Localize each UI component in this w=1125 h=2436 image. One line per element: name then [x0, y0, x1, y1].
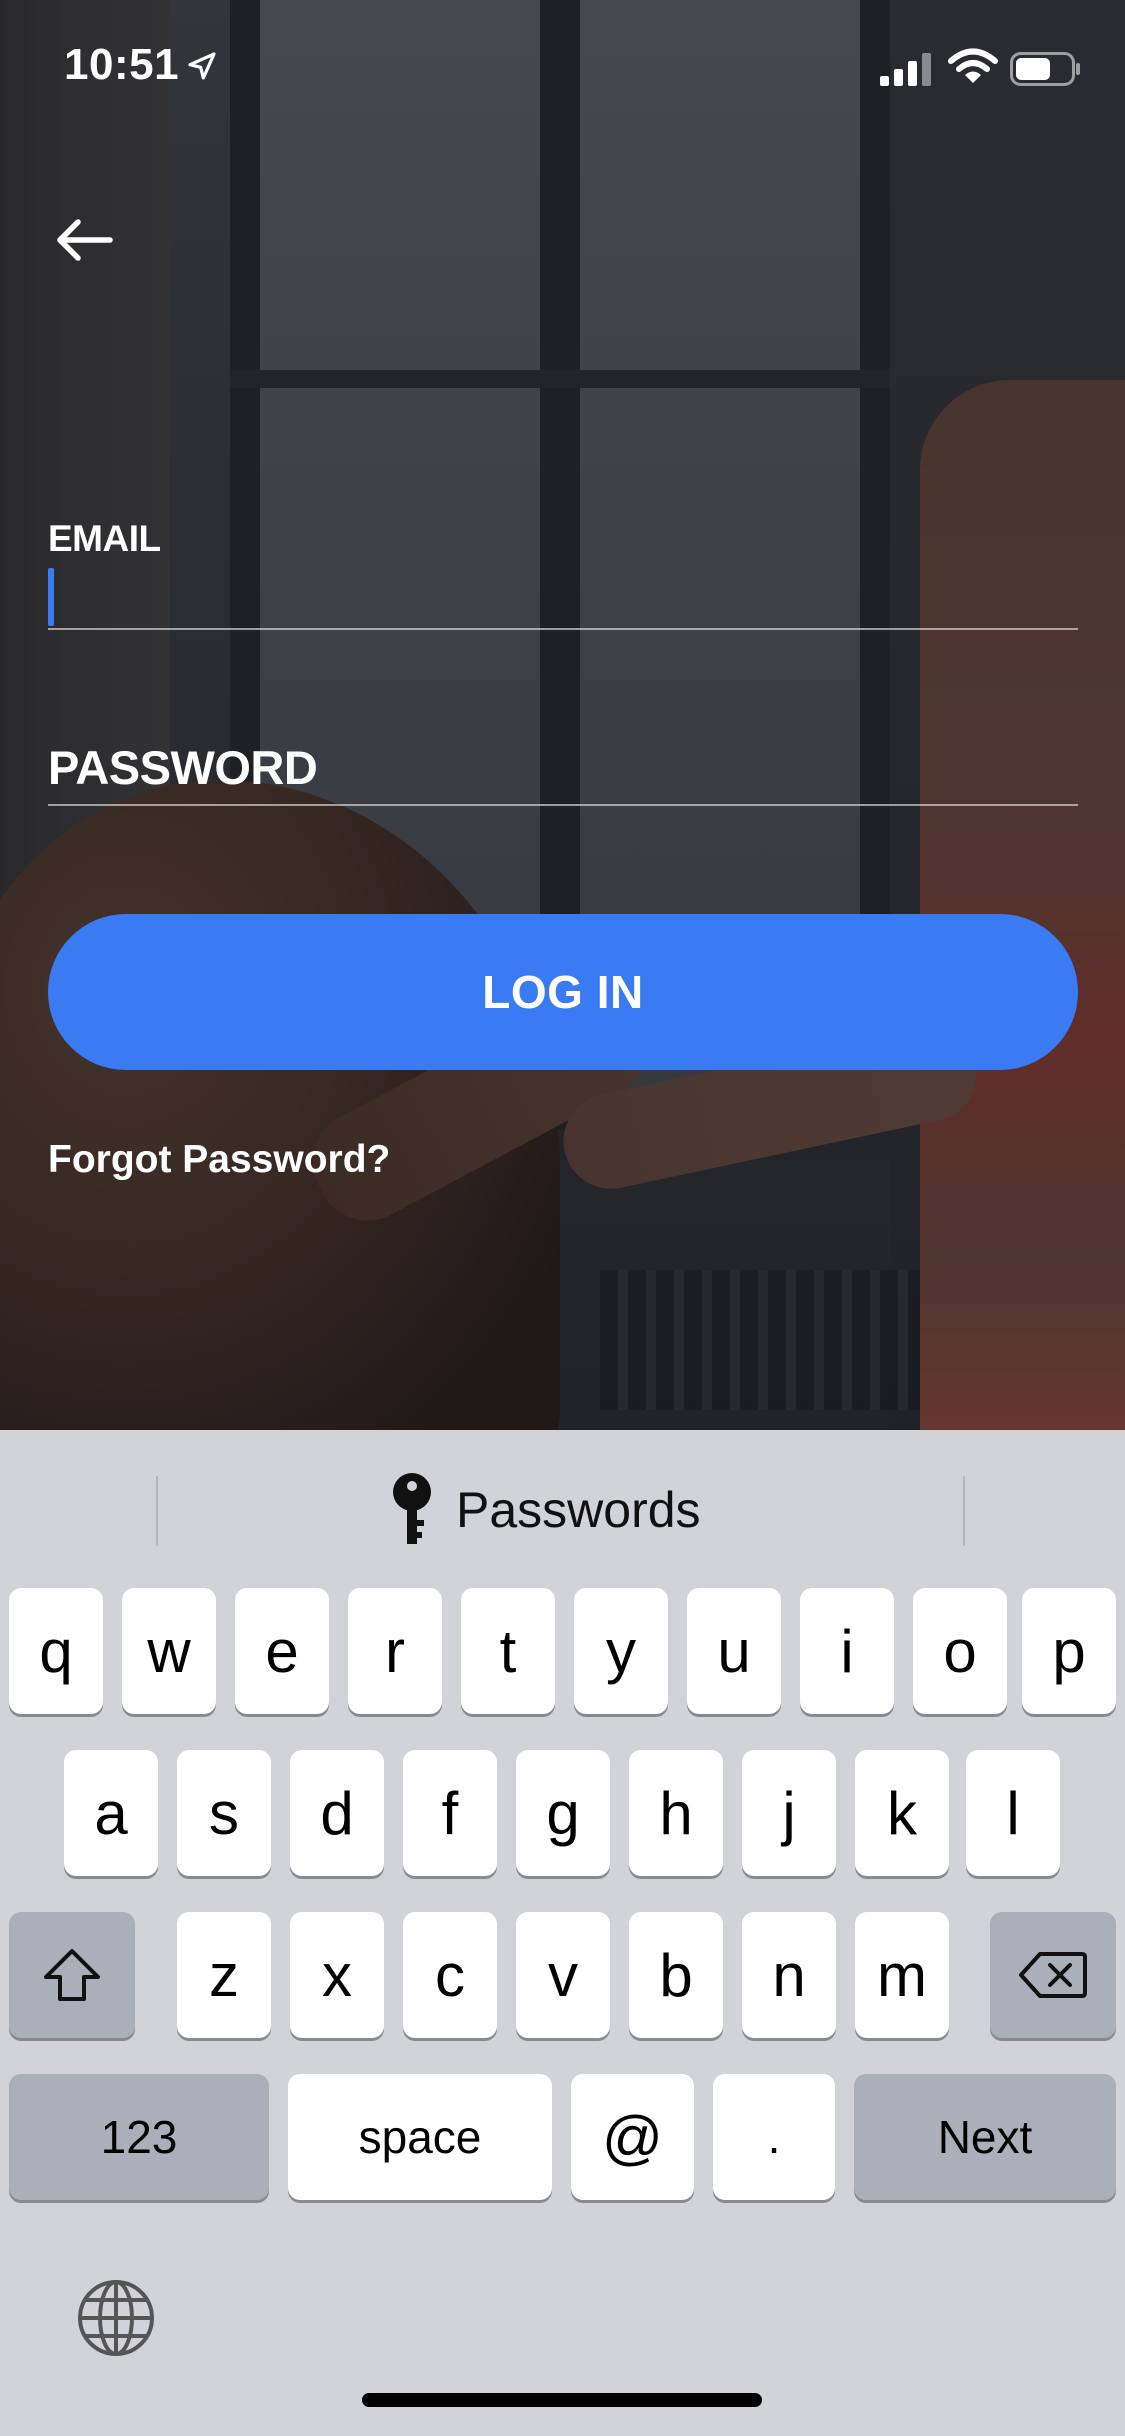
passwords-suggestion[interactable]: Passwords	[390, 1470, 701, 1550]
keyboard-suggestion-bar: Passwords	[0, 1430, 1125, 1580]
key-n[interactable]: n	[742, 1912, 836, 2038]
key-j[interactable]: j	[742, 1750, 836, 1876]
key-w[interactable]: w	[122, 1588, 216, 1714]
key-i[interactable]: i	[800, 1588, 894, 1714]
key-x[interactable]: x	[290, 1912, 384, 2038]
battery-icon	[1010, 52, 1080, 86]
shift-icon	[44, 1949, 100, 2001]
key-b[interactable]: b	[629, 1912, 723, 2038]
at-key[interactable]: @	[571, 2074, 694, 2200]
suggestion-divider	[963, 1476, 965, 1546]
key-c[interactable]: c	[403, 1912, 497, 2038]
location-arrow-icon	[188, 52, 216, 80]
text-caret	[48, 568, 54, 626]
delete-key[interactable]	[990, 1912, 1116, 2038]
key-k[interactable]: k	[855, 1750, 949, 1876]
dot-key[interactable]: .	[713, 2074, 835, 2200]
key-m[interactable]: m	[855, 1912, 949, 2038]
arrow-left-icon[interactable]	[50, 210, 120, 270]
key-y[interactable]: y	[574, 1588, 668, 1714]
key-v[interactable]: v	[516, 1912, 610, 2038]
forgot-password-link[interactable]: Forgot Password?	[48, 1138, 390, 1182]
key-s[interactable]: s	[177, 1750, 271, 1876]
wifi-icon	[948, 48, 998, 83]
email-field[interactable]	[48, 560, 1078, 630]
key-d[interactable]: d	[290, 1750, 384, 1876]
key-r[interactable]: r	[348, 1588, 442, 1714]
key-u[interactable]: u	[687, 1588, 781, 1714]
next-key[interactable]: Next	[854, 2074, 1116, 2200]
key-p[interactable]: p	[1022, 1588, 1116, 1714]
key-e[interactable]: e	[235, 1588, 329, 1714]
key-z[interactable]: z	[177, 1912, 271, 2038]
key-f[interactable]: f	[403, 1750, 497, 1876]
email-label: EMAIL	[48, 518, 161, 559]
key-t[interactable]: t	[461, 1588, 555, 1714]
home-indicator	[362, 2393, 762, 2407]
key-h[interactable]: h	[629, 1750, 723, 1876]
background-photo	[0, 0, 1125, 1430]
shift-key[interactable]	[9, 1912, 135, 2038]
numbers-key[interactable]: 123	[9, 2074, 269, 2200]
key-g[interactable]: g	[516, 1750, 610, 1876]
key-icon	[393, 1473, 431, 1544]
key-l[interactable]: l	[966, 1750, 1060, 1876]
delete-icon	[1019, 1952, 1087, 1998]
space-key[interactable]: space	[288, 2074, 552, 2200]
keyboard: Passwords q w e r t y u i o p a s d f g …	[0, 1430, 1125, 2436]
cellular-signal-icon	[880, 53, 931, 86]
password-field[interactable]	[48, 740, 1078, 806]
login-button[interactable]: LOG IN	[48, 914, 1078, 1070]
status-bar: 10:51	[0, 0, 1125, 132]
passwords-suggestion-label: Passwords	[456, 1482, 701, 1538]
suggestion-divider	[156, 1476, 158, 1546]
key-q[interactable]: q	[9, 1588, 103, 1714]
key-o[interactable]: o	[913, 1588, 1007, 1714]
globe-icon[interactable]	[76, 2278, 156, 2358]
key-a[interactable]: a	[64, 1750, 158, 1876]
status-time: 10:51	[64, 40, 180, 89]
